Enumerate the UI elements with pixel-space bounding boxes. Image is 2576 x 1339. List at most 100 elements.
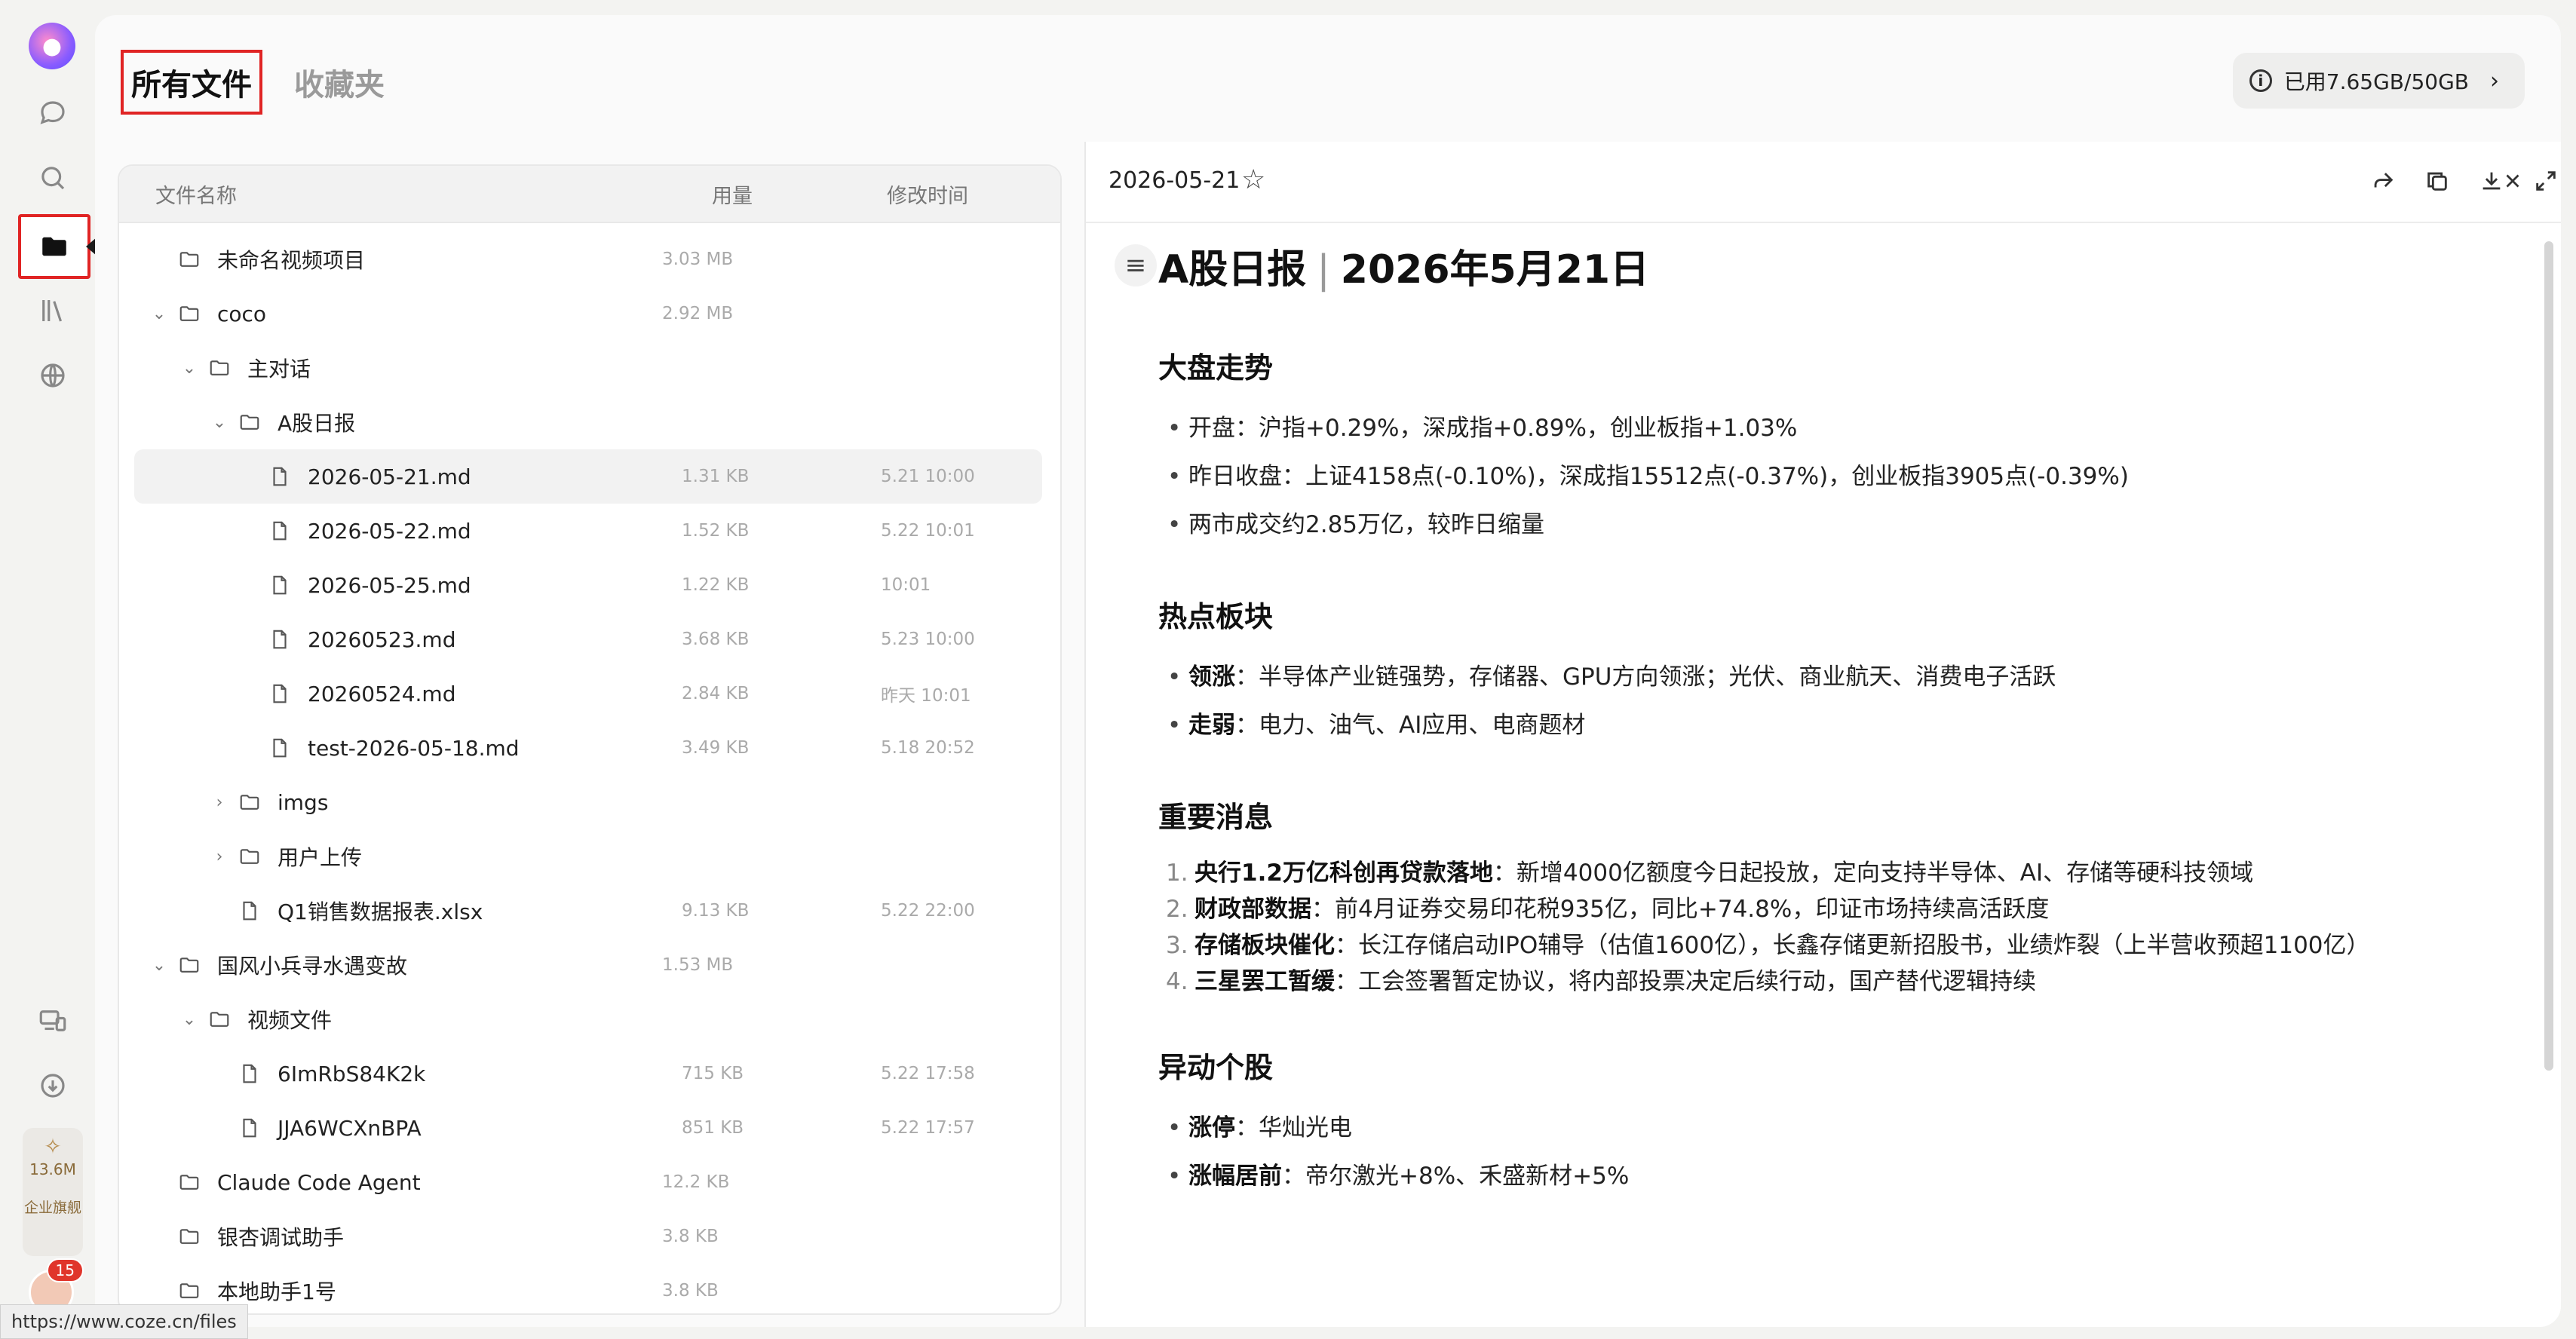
chevron-down-icon[interactable]: ⌄ — [211, 413, 228, 432]
folder-row[interactable]: ⌄ A股日报 — [134, 395, 1042, 449]
row-modified-time: 5.21 10:00 — [881, 467, 975, 486]
list-number: 1. — [1166, 859, 1188, 887]
folder-row[interactable]: 银杏调试助手 3.8 KB — [134, 1209, 1042, 1264]
devices-icon[interactable] — [18, 991, 87, 1051]
folder-icon — [237, 411, 262, 434]
row-name: 2026-05-22.md — [308, 518, 471, 544]
toc-menu-icon[interactable]: ≡ — [1115, 244, 1157, 286]
storage-usage-button[interactable]: i 已用7.65GB/50GB › — [2232, 53, 2525, 109]
folder-icon — [207, 1008, 232, 1031]
list-item-key: 走弱 — [1188, 712, 1235, 739]
file-row[interactable]: JJA6WCXnBPA 851 KB 5.22 17:57 — [134, 1101, 1042, 1155]
list-item-text: ：电力、油气、AI应用、电商题材 — [1235, 712, 1586, 739]
file-list-header: 文件名称 用量 修改时间 — [119, 166, 1060, 223]
chevron-down-icon[interactable]: ⌄ — [181, 1010, 198, 1029]
list-number: 2. — [1166, 896, 1188, 923]
row-size: 3.8 KB — [662, 1227, 719, 1246]
folder-row[interactable]: Claude Code Agent 12.2 KB — [134, 1155, 1042, 1209]
list-item-key: 存储板块催化 — [1194, 932, 1335, 959]
chevron-down-icon[interactable]: ⌄ — [151, 956, 167, 975]
folder-icon — [176, 1171, 202, 1193]
row-size: 3.8 KB — [662, 1281, 719, 1301]
row-name: Q1销售数据报表.xlsx — [278, 899, 483, 924]
chevron-down-icon[interactable]: ⌄ — [151, 305, 167, 323]
download-icon[interactable] — [18, 1056, 87, 1116]
file-row[interactable]: 2026-05-21.md 1.31 KB 5.21 10:00 — [134, 449, 1042, 504]
folder-row[interactable]: ⌄ 主对话 — [134, 341, 1042, 395]
column-header-size[interactable]: 用量 — [712, 179, 753, 209]
library-icon[interactable] — [18, 280, 87, 341]
app-logo-icon[interactable]: ● — [29, 23, 75, 69]
file-row[interactable]: 2026-05-22.md 1.52 KB 5.22 10:01 — [134, 504, 1042, 558]
file-icon — [267, 737, 293, 759]
folder-row[interactable]: › 用户上传 — [134, 829, 1042, 884]
storage-usage-label: 已用7.65GB/50GB — [2283, 69, 2469, 94]
row-size: 3.49 KB — [682, 738, 750, 758]
file-row[interactable]: 20260524.md 2.84 KB 昨天 10:01 — [134, 666, 1042, 721]
file-row[interactable]: 20260523.md 3.68 KB 5.23 10:00 — [134, 612, 1042, 666]
quota-card[interactable]: ✧ 13.6M 企业旗舰 — [23, 1128, 83, 1256]
row-size: 1.52 KB — [682, 521, 750, 541]
column-header-time[interactable]: 修改时间 — [887, 179, 968, 209]
info-icon: i — [2249, 69, 2272, 92]
row-name: coco — [217, 301, 267, 326]
file-icon — [267, 682, 293, 705]
row-modified-time: 5.22 17:58 — [881, 1064, 975, 1083]
files-folder-icon[interactable] — [18, 214, 90, 279]
chevron-down-icon[interactable]: ⌄ — [181, 359, 198, 378]
sparkle-icon: ✧ — [44, 1134, 62, 1159]
document-title-left: A股日报 — [1158, 247, 1307, 293]
list-item: 涨停：华灿光电 — [1158, 1104, 2501, 1152]
search-icon[interactable] — [18, 148, 87, 208]
list-item: 走弱：电力、油气、AI应用、电商题材 — [1158, 701, 2501, 749]
preview-file-name: 2026-05-21 — [1109, 167, 1240, 194]
row-size: 12.2 KB — [662, 1172, 730, 1192]
list-item-text: ：华灿光电 — [1235, 1114, 1352, 1141]
chevron-right-icon[interactable]: › — [211, 847, 228, 866]
list-item: 1. 央行1.2万亿科创再贷款落地：新增4000亿额度今日起投放，定向支持半导体、… — [1158, 855, 2501, 891]
globe-icon[interactable] — [18, 345, 87, 406]
file-row[interactable]: test-2026-05-18.md 3.49 KB 5.18 20:52 — [134, 721, 1042, 775]
copy-icon[interactable] — [2421, 164, 2454, 198]
document-title-right: 2026年5月21日 — [1340, 247, 1650, 293]
row-modified-time: 10:01 — [881, 575, 931, 595]
file-row[interactable]: Q1销售数据报表.xlsx 9.13 KB 5.22 22:00 — [134, 884, 1042, 938]
close-icon[interactable] — [2496, 164, 2529, 198]
share-icon[interactable] — [2366, 164, 2400, 198]
list-item: 3. 存储板块催化：长江存储启动IPO辅导（估值1600亿），长鑫存储更新招股书，… — [1158, 927, 2501, 964]
row-size: 2.92 MB — [662, 304, 734, 323]
list-item-key: 三星罢工暂缓 — [1194, 968, 1335, 995]
row-size: 1.53 MB — [662, 955, 734, 975]
row-size: 1.22 KB — [682, 575, 750, 595]
list-item-key: 涨幅居前 — [1188, 1163, 1282, 1190]
list-item-key: 涨停 — [1188, 1114, 1235, 1141]
folder-icon — [176, 248, 202, 271]
news-list: 1. 央行1.2万亿科创再贷款落地：新增4000亿额度今日起投放，定向支持半导体、… — [1158, 855, 2501, 1000]
list-item: 开盘：沪指+0.29%，深成指+0.89%，创业板指+1.03% — [1158, 404, 2501, 452]
preview-toolbar: 2026-05-21 ☆ — [1086, 142, 2561, 223]
file-icon — [267, 574, 293, 596]
folder-row[interactable]: › imgs — [134, 775, 1042, 829]
quota-amount: 13.6M — [29, 1160, 76, 1178]
tab-favorites[interactable]: 收藏夹 — [287, 53, 392, 112]
preview-scrollbar[interactable] — [2544, 241, 2553, 1071]
folder-row[interactable]: ⌄ 视频文件 — [134, 992, 1042, 1046]
list-item-text: ：半导体产业链强势，存储器、GPU方向领涨；光伏、商业航天、消费电子活跃 — [1235, 663, 2056, 691]
folder-row[interactable]: 本地助手1号 3.8 KB — [134, 1264, 1042, 1313]
file-row[interactable]: 6ImRbS84K2k 715 KB 5.22 17:58 — [134, 1046, 1042, 1101]
folder-icon — [176, 954, 202, 976]
left-rail: ● ✧ 13.6M 企业旗舰 15 — [0, 0, 95, 1339]
folder-row[interactable]: 未命名视频项目 3.03 MB — [134, 232, 1042, 286]
chat-icon[interactable] — [18, 83, 87, 143]
column-header-name[interactable]: 文件名称 — [155, 179, 237, 209]
row-size: 715 KB — [682, 1064, 744, 1083]
chevron-right-icon[interactable]: › — [211, 793, 228, 812]
star-icon[interactable]: ☆ — [1241, 164, 1265, 195]
list-item: 涨幅居前：帝尔激光+8%、禾盛新材+5% — [1158, 1152, 2501, 1200]
folder-row[interactable]: ⌄ 国风小兵寻水遇变故 1.53 MB — [134, 938, 1042, 992]
tab-all-files[interactable]: 所有文件 — [121, 50, 262, 115]
file-row[interactable]: 2026-05-25.md 1.22 KB 10:01 — [134, 558, 1042, 612]
list-item-text: ：长江存储启动IPO辅导（估值1600亿），长鑫存储更新招股书，业绩炸裂（上半营… — [1335, 932, 2370, 959]
folder-row[interactable]: ⌄ coco 2.92 MB — [134, 286, 1042, 341]
expand-icon[interactable] — [2529, 164, 2562, 198]
